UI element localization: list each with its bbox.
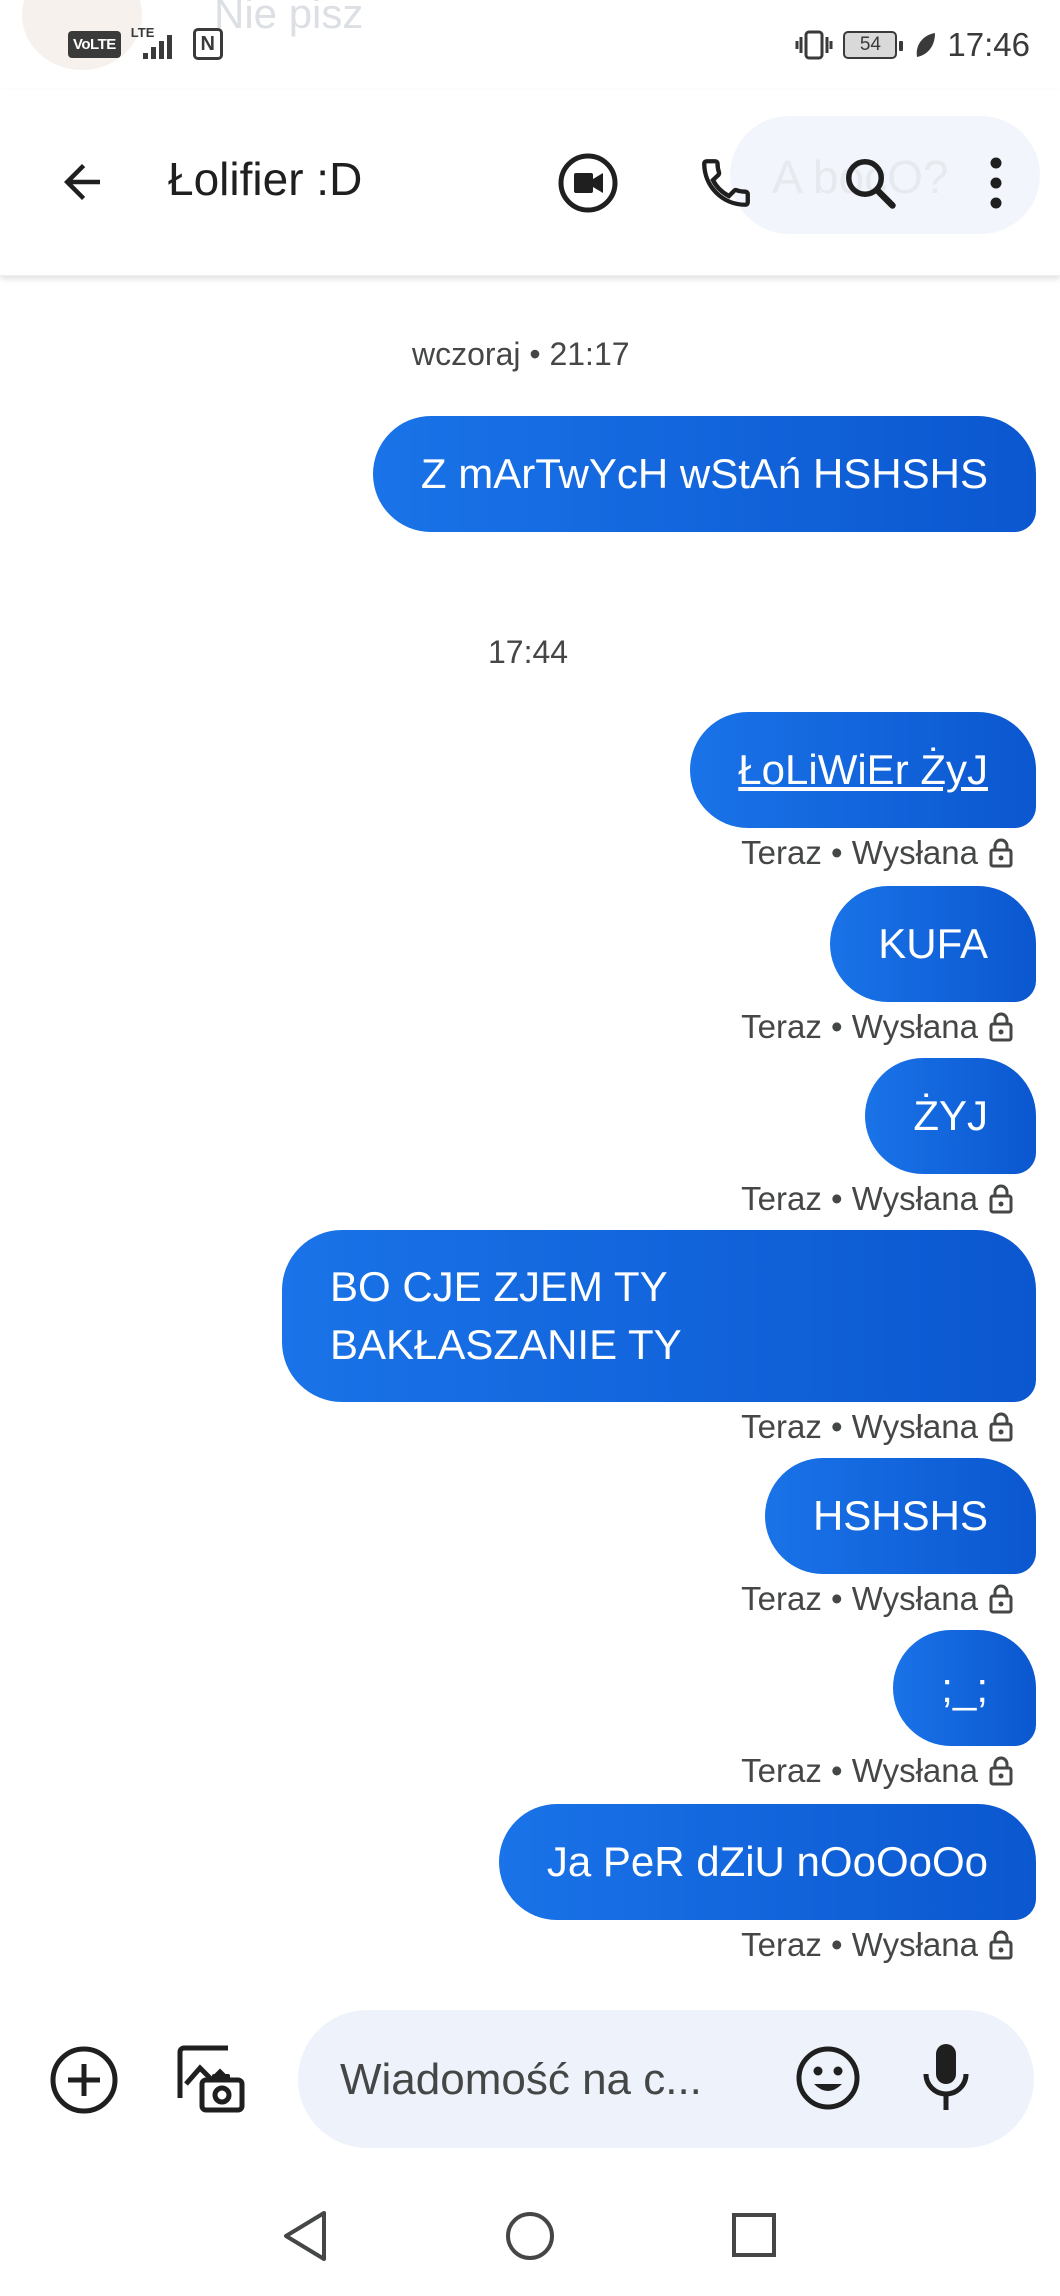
- message-text: ŻYJ: [913, 1092, 988, 1139]
- message-status-text: Teraz • Wysłana: [741, 1580, 978, 1617]
- message-status: Teraz • Wysłana: [741, 834, 1014, 872]
- more-vert-icon: [990, 157, 1002, 209]
- microphone-icon[interactable]: [918, 2040, 974, 2116]
- lock-icon: [989, 1756, 1013, 1786]
- message-status-text: Teraz • Wysłana: [741, 1408, 978, 1445]
- message-status-text: Teraz • Wysłana: [741, 1926, 978, 1963]
- more-options-button[interactable]: [968, 138, 1024, 228]
- message-text: ;_;: [941, 1664, 988, 1711]
- message-bubble[interactable]: BO CJE ZJEM TY BAKŁASZANIE TY: [282, 1230, 1036, 1402]
- lock-icon: [989, 838, 1013, 868]
- lock-icon: [989, 1930, 1013, 1960]
- lock-icon: [989, 1412, 1013, 1442]
- lock-icon: [989, 1584, 1013, 1614]
- volte-icon: VoLTE: [68, 30, 121, 58]
- call-button[interactable]: [686, 138, 766, 228]
- message-status: Teraz • Wysłana: [741, 1752, 1014, 1790]
- nav-home-icon[interactable]: [504, 2210, 556, 2262]
- conversation-header: A bocO? Łolifier :D: [0, 90, 1060, 276]
- message-text: HSHSHS: [812, 1492, 988, 1539]
- video-call-icon: [558, 153, 618, 213]
- message-link-text[interactable]: ŁoLiWiEr ŻyJ: [738, 741, 988, 799]
- message-bubble[interactable]: Ja PeR dZiU nOoOoOo: [498, 1804, 1036, 1920]
- date-separator: wczoraj • 21:17: [412, 336, 630, 372]
- message-status-text: Teraz • Wysłana: [741, 1008, 978, 1045]
- status-right: 54 17:46: [795, 22, 1030, 68]
- notification-preview-text: Nie pisz: [214, 0, 364, 37]
- message-text: Z mArTwYcH wStAń HSHSHS: [420, 450, 988, 497]
- search-icon: [846, 159, 896, 209]
- message-text-line: BO CJE ZJEM TY: [330, 1263, 668, 1310]
- message-status: Teraz • Wysłana: [741, 1580, 1014, 1618]
- message-status: Teraz • Wysłana: [741, 1926, 1014, 1964]
- messages-screen: Nie pisz VoLTE LTE N 54 17:46 A bocO? Ło…: [0, 0, 1060, 2296]
- message-text-line: BAKŁASZANIE TY: [330, 1321, 682, 1368]
- message-text: Ja PeR dZiU nOoOoOo: [546, 1838, 988, 1885]
- nfc-icon: N: [192, 28, 223, 60]
- message-bubble[interactable]: ŻYJ: [865, 1058, 1036, 1174]
- lock-icon: [989, 1012, 1013, 1042]
- status-bar: Nie pisz VoLTE LTE N 54 17:46: [0, 0, 1060, 90]
- video-call-button[interactable]: [548, 138, 628, 228]
- vibrate-icon: [795, 30, 833, 60]
- signal-icon: LTE: [131, 25, 183, 61]
- battery-icon: 54: [843, 31, 904, 59]
- emoji-icon[interactable]: [794, 2044, 862, 2112]
- clock: 17:46: [947, 26, 1030, 63]
- date-separator: 17:44: [488, 634, 569, 670]
- back-button[interactable]: [42, 132, 122, 232]
- add-circle-icon[interactable]: [48, 2044, 120, 2116]
- message-status-text: Teraz • Wysłana: [741, 834, 978, 871]
- message-bubble[interactable]: ŁoLiWiEr ŻyJ: [690, 712, 1036, 828]
- nav-recents-icon[interactable]: [731, 2212, 777, 2258]
- contact-name[interactable]: Łolifier :D: [168, 152, 362, 206]
- message-status: Teraz • Wysłana: [741, 1408, 1014, 1446]
- message-bubble[interactable]: HSHSHS: [764, 1458, 1036, 1574]
- arrow-back-icon: [64, 164, 100, 200]
- message-text: KUFA: [878, 920, 988, 967]
- message-bubble[interactable]: ;_;: [893, 1630, 1036, 1746]
- message-bubble[interactable]: KUFA: [830, 886, 1036, 1002]
- message-status-text: Teraz • Wysłana: [741, 1752, 978, 1789]
- phone-icon: [702, 159, 750, 207]
- message-status-text: Teraz • Wysłana: [741, 1180, 978, 1217]
- message-bubble[interactable]: Z mArTwYcH wStAń HSHSHS: [372, 416, 1036, 532]
- message-status: Teraz • Wysłana: [741, 1008, 1014, 1046]
- search-button[interactable]: [830, 138, 910, 228]
- gallery-camera-icon[interactable]: [172, 2040, 246, 2114]
- status-left: VoLTE LTE N: [68, 25, 223, 62]
- leaf-icon: [917, 33, 936, 57]
- message-status: Teraz • Wysłana: [741, 1180, 1014, 1218]
- message-input[interactable]: [340, 2046, 740, 2114]
- nav-back-icon[interactable]: [280, 2208, 330, 2264]
- lock-icon: [989, 1184, 1013, 1214]
